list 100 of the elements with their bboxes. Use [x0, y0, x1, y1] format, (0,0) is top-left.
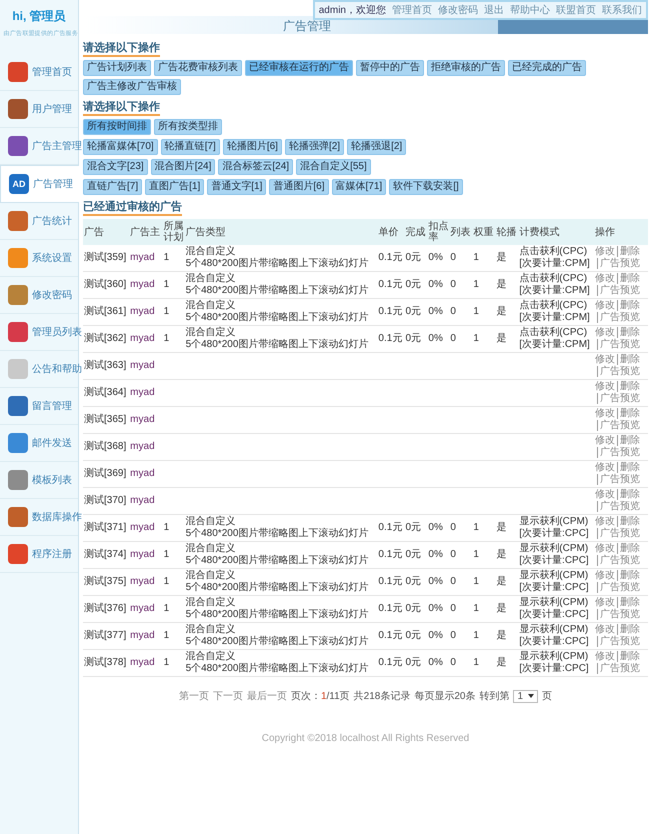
table-cell-text: 混合自定义 — [186, 624, 237, 636]
action-link[interactable]: 广告预览 — [597, 447, 640, 458]
filter-button[interactable]: 所有按时间排 — [83, 119, 151, 135]
filter-button[interactable]: 所有按类型排 — [154, 119, 222, 135]
action-link[interactable]: 广告预览 — [597, 474, 640, 485]
table-cell-text: 5个480*200图片带缩略图上下滚动幻灯片 — [186, 663, 370, 675]
action-link[interactable]: 广告预览 — [597, 663, 640, 674]
table-cell: 1 — [164, 630, 170, 641]
action-link[interactable]: 修改 — [595, 570, 615, 581]
sidebar-item[interactable]: 模板列表 — [0, 462, 78, 499]
filter-button[interactable]: 已经审核在运行的广告 — [245, 60, 353, 76]
filter-button[interactable]: 直链广告[7] — [83, 179, 142, 195]
action-link[interactable]: 修改 — [595, 651, 615, 662]
filter-button[interactable]: 广告主修改广告审核 — [83, 79, 181, 95]
sidebar-item[interactable]: 管理首页 — [0, 54, 78, 91]
top-link[interactable]: 帮助中心 — [510, 3, 550, 17]
filter-button[interactable]: 轮播强退[2] — [347, 139, 406, 155]
action-link[interactable]: 修改 — [595, 246, 615, 257]
action-link[interactable]: 删除 — [617, 381, 640, 392]
sidebar-item[interactable]: 邮件发送 — [0, 425, 78, 462]
filter-button[interactable]: 普通文字[1] — [207, 179, 266, 195]
table-cell: 1 — [473, 279, 479, 290]
action-link[interactable]: 删除 — [617, 489, 640, 500]
action-link[interactable]: 修改 — [595, 516, 615, 527]
action-link[interactable]: 删除 — [617, 462, 640, 473]
action-link[interactable]: 删除 — [617, 570, 640, 581]
pagination-link[interactable]: 下一页 — [212, 689, 243, 703]
action-link[interactable]: 删除 — [617, 435, 640, 446]
filter-button[interactable]: 广告计划列表 — [83, 60, 151, 76]
action-link[interactable]: 删除 — [617, 327, 640, 338]
sidebar-item[interactable]: 系统设置 — [0, 240, 78, 277]
sidebar-item[interactable]: AD 广告管理 — [0, 165, 79, 203]
action-link[interactable]: 修改 — [595, 327, 615, 338]
top-link[interactable]: 退出 — [484, 3, 504, 17]
filter-button[interactable]: 轮播富媒体[70] — [83, 139, 158, 155]
action-link[interactable]: 修改 — [595, 273, 615, 284]
top-link[interactable]: 管理首页 — [392, 3, 432, 17]
action-link[interactable]: 删除 — [617, 408, 640, 419]
action-link[interactable]: 广告预览 — [597, 420, 640, 431]
filter-button[interactable]: 普通图片[6] — [269, 179, 328, 195]
table-cell: 0元 — [405, 657, 422, 668]
action-link[interactable]: 修改 — [595, 462, 615, 473]
top-link[interactable]: 修改密码 — [438, 3, 478, 17]
action-link[interactable]: 修改 — [595, 381, 615, 392]
top-link[interactable]: admin，欢迎您 — [318, 3, 386, 17]
filter-button[interactable]: 已经完成的广告 — [508, 60, 586, 76]
action-link[interactable]: 修改 — [595, 624, 615, 635]
action-link[interactable]: 广告预览 — [597, 528, 640, 539]
pagination-link[interactable]: 最后一页 — [246, 689, 287, 703]
filter-button[interactable]: 富媒体[71] — [332, 179, 386, 195]
action-link[interactable]: 修改 — [595, 435, 615, 446]
action-link[interactable]: 修改 — [595, 354, 615, 365]
pagination-link[interactable]: 第一页 — [178, 689, 209, 703]
action-link[interactable]: 广告预览 — [597, 258, 640, 269]
filter-button[interactable]: 拒绝审核的广告 — [427, 60, 505, 76]
action-link[interactable]: 修改 — [595, 597, 615, 608]
sidebar-item[interactable]: 程序注册 — [0, 536, 78, 573]
sidebar-item[interactable]: 修改密码 — [0, 277, 78, 314]
action-link[interactable]: 删除 — [617, 516, 640, 527]
filter-button[interactable]: 直图广告[1] — [145, 179, 204, 195]
sidebar-item[interactable]: 留言管理 — [0, 388, 78, 425]
action-link[interactable]: 广告预览 — [597, 339, 640, 350]
action-link[interactable]: 删除 — [617, 651, 640, 662]
sidebar-item[interactable]: 广告统计 — [0, 203, 78, 240]
filter-button[interactable]: 软件下载安装[] — [389, 179, 463, 195]
action-link[interactable]: 删除 — [617, 543, 640, 554]
action-link[interactable]: 广告预览 — [597, 312, 640, 323]
action-link[interactable]: 删除 — [617, 354, 640, 365]
action-link[interactable]: 修改 — [595, 543, 615, 554]
action-link[interactable]: 修改 — [595, 408, 615, 419]
action-link[interactable]: 广告预览 — [597, 366, 640, 377]
action-link[interactable]: 修改 — [595, 489, 615, 500]
action-link[interactable]: 删除 — [617, 300, 640, 311]
table-cell-text: 点击获利(CPC) — [519, 327, 588, 338]
filter-button[interactable]: 混合标签云[24] — [218, 159, 294, 175]
filter-button[interactable]: 混合文字[23] — [83, 159, 148, 175]
page-select[interactable]: 1 — [513, 690, 538, 702]
top-link[interactable]: 联系我们 — [602, 3, 642, 17]
action-link[interactable]: 删除 — [617, 624, 640, 635]
action-link[interactable]: 删除 — [617, 273, 640, 284]
action-link[interactable]: 删除 — [617, 597, 640, 608]
action-link[interactable]: 删除 — [617, 246, 640, 257]
filter-button[interactable]: 混合自定义[55] — [296, 159, 371, 175]
action-link[interactable]: 广告预览 — [597, 393, 640, 404]
filter-button[interactable]: 轮播直链[7] — [160, 139, 220, 155]
filter-button[interactable]: 广告花费审核列表 — [154, 60, 242, 76]
action-link[interactable]: 广告预览 — [597, 582, 640, 593]
filter-button[interactable]: 轮播强弹[2] — [284, 139, 344, 155]
filter-button[interactable]: 混合图片[24] — [150, 159, 216, 175]
action-link[interactable]: 广告预览 — [597, 285, 640, 296]
action-link[interactable]: 广告预览 — [597, 555, 640, 566]
action-link[interactable]: 广告预览 — [597, 636, 640, 647]
table-cell-text: [次要计量:CPC] — [519, 609, 590, 621]
sidebar-item[interactable]: 用户管理 — [0, 91, 78, 128]
action-link[interactable]: 广告预览 — [597, 501, 640, 512]
action-link[interactable]: 修改 — [595, 300, 615, 311]
top-link[interactable]: 联盟首页 — [556, 3, 596, 17]
filter-button[interactable]: 轮播图片[6] — [222, 139, 282, 155]
filter-button[interactable]: 暂停中的广告 — [356, 60, 424, 76]
action-link[interactable]: 广告预览 — [597, 609, 640, 620]
